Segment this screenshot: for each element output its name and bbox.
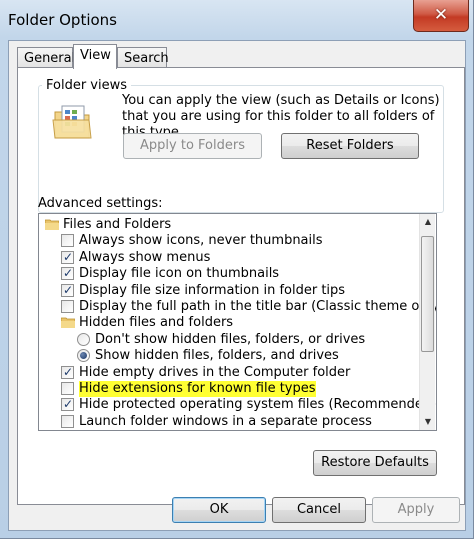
tab-search[interactable]: Search <box>117 47 169 69</box>
apply-to-folders-button[interactable]: Apply to Folders <box>123 133 262 159</box>
checkbox[interactable] <box>61 300 74 313</box>
advanced-settings-list[interactable]: Files and Folders Always show icons, neve… <box>38 213 437 431</box>
radio-button[interactable] <box>77 332 90 346</box>
tree-item-label: Display the full path in the title bar (… <box>79 299 437 314</box>
scroll-thumb[interactable] <box>421 236 434 352</box>
checkbox[interactable] <box>61 382 74 395</box>
reset-folders-button[interactable]: Reset Folders <box>281 133 419 159</box>
folder-view-icon <box>52 105 92 139</box>
close-button[interactable]: ✕ <box>413 0 469 32</box>
checkmark-icon: ✓ <box>63 364 74 379</box>
checkmark-icon: ✓ <box>63 282 74 297</box>
checkbox[interactable]: ✓ <box>61 397 74 412</box>
tab-search-label: Search <box>124 51 169 66</box>
radio-button[interactable] <box>77 349 90 363</box>
ok-button[interactable]: OK <box>172 497 266 523</box>
tree-item-label: Hide extensions for known file types <box>79 381 316 397</box>
tree-item-label: Display file size information in folder … <box>79 282 346 298</box>
tree-checkbox-item[interactable]: ✓ Hide empty drives in the Computer folde… <box>39 365 419 381</box>
checkbox[interactable]: ✓ <box>61 266 74 281</box>
checkbox[interactable]: ✓ <box>61 282 74 297</box>
tree-folder-item: Files and Folders <box>39 217 419 233</box>
checkbox[interactable] <box>61 414 74 428</box>
tree-checkbox-item[interactable]: ✓ Always show menus <box>39 250 419 266</box>
tree-checkbox-item[interactable]: ✓ Display file icon on thumbnails <box>39 266 419 282</box>
close-icon: ✕ <box>433 5 449 25</box>
folder-options-window: Folder Options ✕ General View Search Fol… <box>0 0 474 539</box>
tree-radio-item[interactable]: Don't show hidden files, folders, or dri… <box>39 332 419 348</box>
tree-item-label: Always show menus <box>79 249 211 265</box>
tree-item-label: Files and Folders <box>63 217 172 232</box>
advanced-settings-label: Advanced settings: <box>38 196 163 211</box>
scroll-down-arrow-icon[interactable]: ▼ <box>420 414 436 430</box>
folder-views-label: Folder views <box>42 78 132 93</box>
tree-item-label: Always show icons, never thumbnails <box>79 233 323 249</box>
tab-general-label: General <box>24 51 76 66</box>
checkbox[interactable]: ✓ <box>61 249 74 264</box>
tree-checkbox-item[interactable]: Hide extensions for known file types <box>39 381 419 397</box>
apply-button[interactable]: Apply <box>372 497 460 523</box>
tree-item-label: Hidden files and folders <box>79 315 234 331</box>
advanced-settings-scrollbar[interactable]: ▲ ▼ <box>419 214 435 430</box>
checkmark-icon: ✓ <box>63 249 74 264</box>
tab-view-label: View <box>80 48 111 63</box>
tree-checkbox-item[interactable]: ✓ Hide protected operating system files (… <box>39 397 436 413</box>
scroll-up-arrow-icon[interactable]: ▲ <box>420 214 436 230</box>
tree-item-label: Launch folder windows in a separate proc… <box>79 413 372 429</box>
checkbox[interactable] <box>61 234 74 248</box>
tree-item-label: Hide empty drives in the Computer folder <box>79 364 351 380</box>
tree-radio-item[interactable]: Show hidden files, folders, and drives <box>39 348 419 364</box>
window-title: Folder Options <box>8 11 117 29</box>
radio-selected-dot-icon <box>80 352 87 360</box>
checkbox[interactable]: ✓ <box>61 364 74 379</box>
tree-checkbox-item[interactable]: ✓ Display file size information in folder… <box>39 283 419 299</box>
tree-item-label: Show hidden files, folders, and drives <box>95 348 339 364</box>
tree-checkbox-item[interactable]: Always show icons, never thumbnails <box>39 233 419 249</box>
tree-item-label: Hide protected operating system files (R… <box>79 397 437 413</box>
title-bar[interactable]: Folder Options ✕ <box>0 0 474 40</box>
cancel-button[interactable]: Cancel <box>272 497 366 523</box>
restore-defaults-button[interactable]: Restore Defaults <box>313 450 437 476</box>
tree-item-label: Don't show hidden files, folders, or dri… <box>95 331 366 347</box>
tree-checkbox-item[interactable]: Display the full path in the title bar (… <box>39 299 436 315</box>
checkmark-icon: ✓ <box>63 397 74 412</box>
tree-item-label: Display file icon on thumbnails <box>79 266 280 282</box>
folder-icon <box>45 219 59 230</box>
folder-icon <box>61 317 75 329</box>
tab-view[interactable]: View <box>73 44 117 69</box>
tree-checkbox-item[interactable]: Launch folder windows in a separate proc… <box>39 414 419 430</box>
tab-general[interactable]: General <box>17 47 76 69</box>
tree-folder-item: Hidden files and folders <box>39 315 419 331</box>
checkmark-icon: ✓ <box>63 266 74 281</box>
